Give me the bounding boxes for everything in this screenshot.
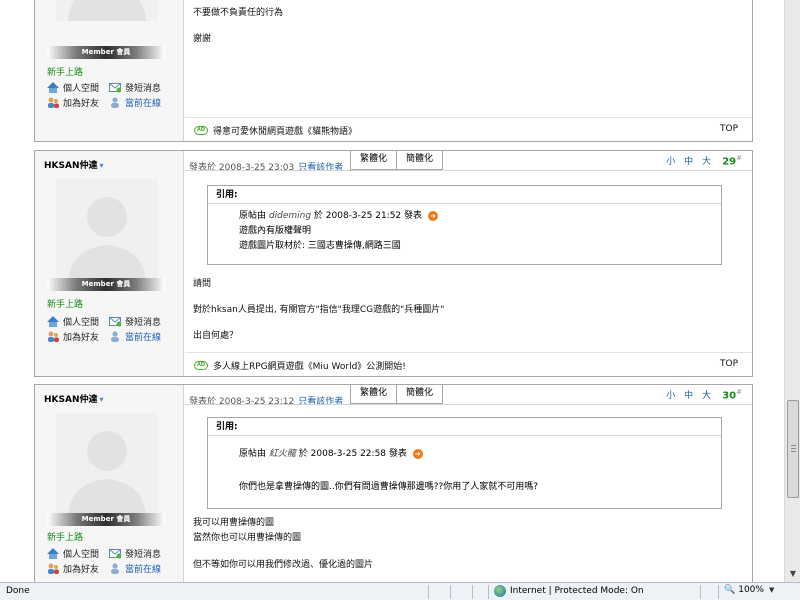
- mail-icon: [109, 548, 122, 559]
- post-author[interactable]: HKSAN仲達 ▾: [44, 392, 104, 405]
- reply-arrow-icon[interactable]: ➜: [427, 210, 438, 221]
- personal-space-link[interactable]: 個人空間: [47, 547, 109, 560]
- post-sidebar: Member 會員 新手上路 個人空間 發短消息 加為好友 當前在線: [35, 0, 184, 141]
- security-zone[interactable]: Internet | Protected Mode: On: [494, 585, 644, 597]
- user-links: 個人空間 發短消息 加為好友 當前在線: [47, 80, 179, 110]
- chevron-down-icon: ▼: [768, 586, 775, 594]
- ad-icon: AD: [194, 361, 208, 370]
- quoted-user: dideming: [268, 211, 312, 221]
- mail-icon: [109, 82, 122, 93]
- add-friend-link[interactable]: 加為好友: [47, 562, 109, 575]
- traditional-button[interactable]: 繁體化: [350, 385, 397, 404]
- avatar[interactable]: [56, 413, 158, 516]
- font-size-switcher[interactable]: 小 中 大: [666, 154, 714, 167]
- home-icon: [47, 548, 59, 559]
- post-author[interactable]: HKSAN仲達 ▾: [44, 158, 104, 171]
- zoom-icon: 🔍: [724, 585, 736, 595]
- ad-link[interactable]: 得意可愛休閒網頁遊戲《貓熊物語》: [213, 124, 357, 137]
- back-to-top-link[interactable]: TOP: [720, 124, 738, 134]
- post-meta: 發表於 2008-3-25 23:12 只看該作者: [189, 397, 344, 407]
- user-links: 個人空間 發短消息 加為好友 當前在線: [47, 314, 179, 344]
- online-user-icon: [109, 563, 121, 574]
- member-badge: Member 會員: [47, 513, 165, 526]
- avatar[interactable]: [56, 0, 158, 21]
- user-rank: 新手上路: [47, 68, 84, 78]
- post-30: HKSAN仲達 ▾ Member 會員 新手上路 個人空間 發短消息 加為好友 …: [34, 384, 753, 582]
- post-sidebar: HKSAN仲達 ▾ Member 會員 新手上路 個人空間 發短消息 加為好友 …: [35, 151, 184, 376]
- back-to-top-link[interactable]: TOP: [720, 359, 738, 369]
- quote-block: 引用: 原帖由 紅火龍 於 2008-3-25 22:58 發表 ➜ 你們也是拿…: [207, 417, 722, 509]
- post-sidebar: HKSAN仲達 ▾ Member 會員 新手上路 個人空間 發短消息 加為好友 …: [35, 385, 184, 582]
- online-user-icon: [109, 97, 121, 108]
- quote-block: 引用: 原帖由 dideming 於 2008-3-25 21:52 發表 ➜ …: [207, 185, 722, 265]
- online-user-icon: [109, 331, 121, 342]
- post-content: 發表於 2008-3-25 23:12 只看該作者 繁體化 簡體化 小 中 大 3…: [185, 385, 752, 582]
- globe-icon: [494, 585, 506, 597]
- send-message-link[interactable]: 發短消息: [109, 547, 171, 560]
- add-friend-link[interactable]: 加為好友: [47, 96, 109, 109]
- zoom-control[interactable]: 🔍 100% ▼: [724, 585, 774, 595]
- post-meta: 發表於 2008-3-25 23:03 只看該作者: [189, 163, 344, 173]
- header-divider: [185, 170, 752, 171]
- traditional-button[interactable]: 繁體化: [350, 151, 397, 170]
- quote-title: 引用:: [208, 418, 721, 436]
- page-viewport: Member 會員 新手上路 個人空間 發短消息 加為好友 當前在線 不要做不負…: [0, 0, 784, 582]
- member-badge: Member 會員: [47, 278, 165, 291]
- simplified-button[interactable]: 簡體化: [396, 385, 443, 404]
- chevron-down-icon: ▾: [99, 395, 104, 404]
- mail-icon: [109, 316, 122, 327]
- add-friend-icon: [47, 97, 59, 108]
- scrollbar-thumb[interactable]: [787, 400, 799, 498]
- quote-body: 原帖由 dideming 於 2008-3-25 21:52 發表 ➜ 遊戲內有…: [208, 204, 721, 254]
- ad-link[interactable]: 多人線上RPG網頁遊戲《Miu World》公測開始!: [213, 359, 406, 372]
- send-message-link[interactable]: 發短消息: [109, 81, 171, 94]
- post-content: 發表於 2008-3-25 23:03 只看該作者 繁體化 簡體化 小 中 大 2…: [185, 151, 752, 376]
- vertical-scrollbar[interactable]: ▼: [784, 0, 800, 582]
- add-friend-icon: [47, 563, 59, 574]
- avatar[interactable]: [56, 179, 158, 282]
- only-this-author-link[interactable]: 只看該作者: [298, 397, 343, 407]
- floor-number: 29#: [722, 154, 742, 168]
- post-message: 不要做不負責任的行為 謝謝: [193, 8, 284, 44]
- ad-icon: AD: [194, 126, 208, 135]
- user-links: 個人空間 發短消息 加為好友 當前在線: [47, 546, 179, 576]
- online-status: 當前在線: [109, 330, 171, 343]
- status-text: Done: [6, 586, 30, 596]
- online-status: 當前在線: [109, 96, 171, 109]
- quote-body: 原帖由 紅火龍 於 2008-3-25 22:58 發表 ➜ 你們也是拿曹操傳的…: [239, 448, 539, 492]
- post-29: HKSAN仲達 ▾ Member 會員 新手上路 個人空間 發短消息 加為好友 …: [34, 150, 753, 377]
- only-this-author-link[interactable]: 只看該作者: [298, 163, 343, 173]
- header-divider: [185, 404, 752, 405]
- post-28: Member 會員 新手上路 個人空間 發短消息 加為好友 當前在線 不要做不負…: [34, 0, 753, 142]
- font-size-switcher[interactable]: 小 中 大: [666, 388, 714, 401]
- simplified-button[interactable]: 簡體化: [396, 151, 443, 170]
- add-friend-icon: [47, 331, 59, 342]
- post-content: 不要做不負責任的行為 謝謝 AD 得意可愛休閒網頁遊戲《貓熊物語》 TOP: [185, 0, 752, 141]
- ad-bar: AD 得意可愛休閒網頁遊戲《貓熊物語》 TOP: [185, 117, 752, 142]
- member-badge: Member 會員: [47, 46, 165, 59]
- user-rank: 新手上路: [47, 300, 84, 310]
- add-friend-link[interactable]: 加為好友: [47, 330, 109, 343]
- online-status: 當前在線: [109, 562, 171, 575]
- status-bar: Done Internet | Protected Mode: On 🔍 100…: [0, 582, 800, 600]
- quote-title: 引用:: [208, 186, 721, 204]
- ad-bar: AD 多人線上RPG網頁遊戲《Miu World》公測開始! TOP: [185, 352, 752, 377]
- send-message-link[interactable]: 發短消息: [109, 315, 171, 328]
- home-icon: [47, 82, 59, 93]
- floor-number: 30#: [722, 388, 742, 402]
- reply-arrow-icon[interactable]: ➜: [412, 448, 423, 459]
- chevron-down-icon: ▾: [99, 161, 104, 170]
- scroll-down-icon[interactable]: ▼: [787, 567, 799, 581]
- post-message: 我可以用曹操傳的圖 當然你也可以用曹操傳的圖 但不等如你可以用我們修改過、優化過…: [193, 518, 374, 570]
- personal-space-link[interactable]: 個人空間: [47, 315, 109, 328]
- home-icon: [47, 316, 59, 327]
- personal-space-link[interactable]: 個人空間: [47, 81, 109, 94]
- post-message: 請問 對於hksan人員提出, 有關官方"指信"我理CG遊戲的"兵種圖片" 出自…: [193, 279, 445, 341]
- user-rank: 新手上路: [47, 533, 84, 543]
- quoted-user: 紅火龍: [268, 449, 296, 459]
